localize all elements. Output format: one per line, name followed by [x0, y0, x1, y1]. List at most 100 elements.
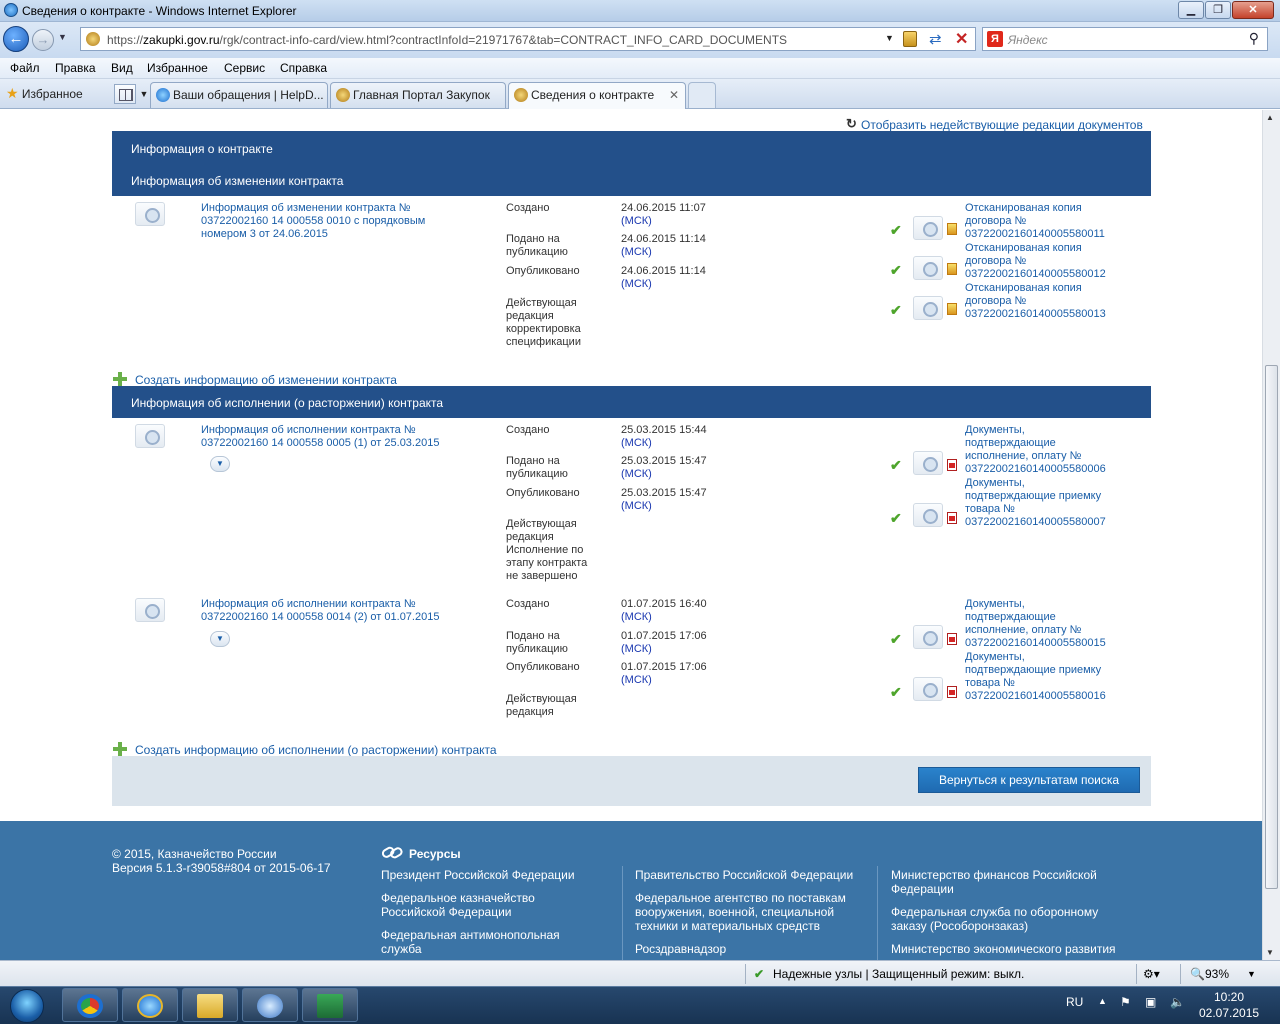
section-contract-info[interactable]: Информация о контракте	[131, 142, 273, 156]
scroll-down-icon[interactable]: ▼	[1266, 948, 1274, 957]
search-box[interactable]: Я Яндекс ⚲	[982, 27, 1268, 51]
change-entry-title[interactable]: Информация об изменении контракта № 0372…	[201, 202, 425, 241]
footer-link[interactable]: Федеральное казначейство Российской Федер…	[381, 891, 535, 919]
protected-mode-icon[interactable]: ⚙▾	[1143, 967, 1160, 981]
search-icon[interactable]: ⚲	[1249, 30, 1259, 47]
minimize-button[interactable]: ▁	[1178, 1, 1204, 19]
lock-icon[interactable]	[903, 31, 917, 47]
close-tab-icon[interactable]: ✕	[669, 83, 679, 107]
signature-icon[interactable]	[913, 256, 943, 280]
footer-link[interactable]: Федеральная служба по оборонному заказу (…	[891, 905, 1098, 933]
flag-icon[interactable]: ⚑	[1120, 995, 1131, 1009]
favorites-button[interactable]: ★ Избранное	[6, 85, 83, 102]
doc-link[interactable]: Отсканированая копия договора № 0372200216…	[965, 242, 1106, 281]
taskbar-chrome[interactable]	[62, 988, 118, 1022]
network-icon[interactable]: ▣	[1145, 995, 1156, 1009]
section-contract-changes[interactable]: Информация об изменении контракта	[131, 174, 343, 188]
footer-link[interactable]: Росздравнадзор	[635, 942, 726, 956]
quick-tabs-icon[interactable]	[114, 84, 136, 104]
doc-link[interactable]: Документы, подтверждающие исполнение, опла…	[965, 598, 1106, 650]
close-window-button[interactable]: ✕	[1232, 1, 1274, 19]
signature-icon[interactable]	[135, 424, 165, 448]
submitted-label: Подано на публикацию	[506, 233, 568, 258]
doc-link[interactable]: Отсканированая копия договора № 0372200216…	[965, 202, 1105, 241]
footer-link[interactable]: Министерство экономического развития	[891, 942, 1116, 956]
menu-favorites[interactable]: Избранное	[147, 61, 208, 75]
tray-expand-icon[interactable]: ▲	[1098, 996, 1107, 1006]
taskbar-thunderbird[interactable]	[242, 988, 298, 1022]
tab-contract-info[interactable]: Сведения о контракте ✕	[508, 82, 686, 109]
menu-help[interactable]: Справка	[280, 61, 327, 75]
maximize-button[interactable]: ❐	[1205, 1, 1231, 19]
exec-entry-title[interactable]: Информация об исполнении контракта № 0372…	[201, 424, 439, 450]
back-button[interactable]: ←	[3, 26, 29, 52]
signature-icon[interactable]	[135, 598, 165, 622]
expand-icon[interactable]: ▼	[210, 631, 230, 647]
expand-icon[interactable]: ▼	[210, 456, 230, 472]
create-change-link[interactable]: Создать информацию об изменении контракт…	[135, 373, 397, 387]
tab-list-dropdown-icon[interactable]: ▼	[138, 84, 150, 104]
forward-button[interactable]: →	[32, 29, 54, 51]
footer-link[interactable]: Федеральное агентство по поставкам вооруж…	[635, 891, 846, 933]
signature-icon[interactable]	[913, 503, 943, 527]
created-value: 01.07.2015 16:40 (МСК)	[621, 598, 707, 623]
volume-icon[interactable]: 🔈	[1170, 995, 1185, 1009]
start-button[interactable]	[2, 988, 54, 1024]
exec-entry-title[interactable]: Информация об исполнении контракта № 0372…	[201, 598, 439, 624]
address-dropdown-icon[interactable]: ▼	[885, 33, 894, 43]
show-inactive-versions-link[interactable]: Отобразить недействующие редакции докуме…	[861, 118, 1143, 132]
menu-view[interactable]: Вид	[111, 61, 133, 75]
created-value: 24.06.2015 11:07 (МСК)	[621, 202, 706, 227]
taskbar-excel[interactable]	[302, 988, 358, 1022]
scroll-thumb[interactable]	[1265, 365, 1278, 889]
doc-link[interactable]: Документы, подтверждающие исполнение, опла…	[965, 424, 1106, 476]
scroll-up-icon[interactable]: ▲	[1266, 113, 1274, 122]
signature-icon[interactable]	[135, 202, 165, 226]
emblem-icon	[514, 88, 528, 102]
history-dropdown-icon[interactable]: ▼	[58, 32, 67, 42]
signature-icon[interactable]	[913, 296, 943, 320]
footer-link[interactable]: Федеральная антимонопольная служба	[381, 928, 560, 956]
clock-date[interactable]: 02.07.2015	[1199, 1006, 1259, 1020]
signature-icon[interactable]	[913, 451, 943, 475]
tab-main-portal[interactable]: Главная Портал Закупок	[330, 82, 506, 108]
address-url[interactable]: https://zakupki.gov.ru/rgk/contract-info…	[107, 33, 787, 47]
menu-file[interactable]: Файл	[10, 61, 40, 75]
vertical-scrollbar[interactable]: ▲ ▼	[1262, 110, 1280, 960]
menu-edit[interactable]: Правка	[55, 61, 96, 75]
new-tab-button[interactable]	[688, 82, 716, 108]
signature-icon[interactable]	[913, 677, 943, 701]
zoom-dropdown-icon[interactable]: ▼	[1247, 969, 1256, 979]
refresh-toggle-icon[interactable]: ↻	[846, 116, 857, 132]
zoom-level[interactable]: 93%	[1205, 967, 1229, 981]
signature-icon[interactable]	[913, 625, 943, 649]
refresh-icon[interactable]: ⇄	[929, 30, 942, 48]
stop-icon[interactable]: ✕	[955, 29, 968, 49]
doc-link[interactable]: Документы, подтверждающие приемку товара №…	[965, 477, 1106, 529]
doc-link[interactable]: Отсканированая копия договора № 0372200216…	[965, 282, 1106, 321]
footer-link[interactable]: Правительство Российской Федерации	[635, 868, 853, 882]
version: Версия 5.1.3-r39058#804 от 2015-06-17	[112, 861, 331, 875]
signature-icon[interactable]	[913, 216, 943, 240]
section-contract-execution[interactable]: Информация об исполнении (о расторжении)…	[131, 396, 443, 410]
submitted-value: 24.06.2015 11:14 (МСК)	[621, 233, 706, 258]
address-bar[interactable]: https://zakupki.gov.ru/rgk/contract-info…	[80, 27, 976, 51]
help-icon	[156, 88, 170, 102]
mail-icon	[257, 994, 283, 1018]
check-icon: ✔	[890, 631, 902, 647]
footer-link[interactable]: Президент Российской Федерации	[381, 868, 575, 882]
back-to-results-button[interactable]: Вернуться к результатам поиска	[918, 767, 1140, 793]
create-execution-link[interactable]: Создать информацию об исполнении (о раст…	[135, 743, 497, 757]
check-icon: ✔	[890, 457, 902, 473]
tab-helpdesk[interactable]: Ваши обращения | HelpD...	[150, 82, 328, 108]
doc-link[interactable]: Документы, подтверждающие приемку товара №…	[965, 651, 1106, 703]
search-placeholder[interactable]: Яндекс	[1008, 33, 1048, 47]
taskbar-explorer[interactable]	[182, 988, 238, 1022]
zone-status[interactable]: Надежные узлы | Защищенный режим: выкл.	[773, 967, 1024, 981]
menu-tools[interactable]: Сервис	[224, 61, 265, 75]
taskbar-ie[interactable]	[122, 988, 178, 1022]
language-indicator[interactable]: RU	[1066, 995, 1083, 1009]
footer-link[interactable]: Министерство финансов Российской Федераци…	[891, 868, 1097, 896]
clock-time[interactable]: 10:20	[1214, 990, 1244, 1004]
check-icon: ✔	[890, 302, 902, 318]
